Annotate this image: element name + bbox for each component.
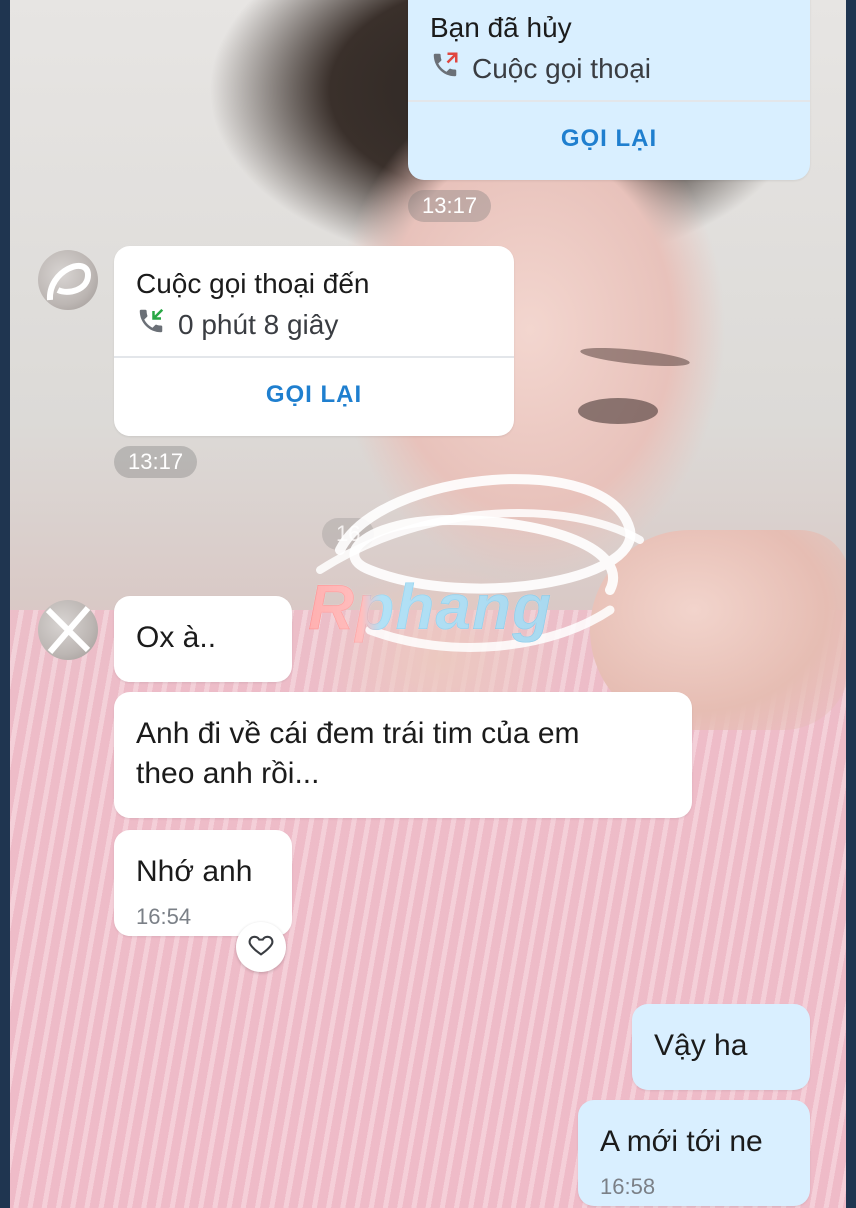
chat-screen: Bạn đã hủy Cuộc gọi thoại GỌI LẠI 13:17 … [10, 0, 846, 1208]
incoming-call-divider [114, 356, 514, 358]
received-message-bubble[interactable]: Anh đi về cái đem trái tim của em theo a… [114, 692, 692, 818]
heart-icon [247, 931, 275, 964]
message-text: Anh đi về cái đem trái tim của em theo a… [136, 717, 580, 790]
phone-outgoing-icon [430, 50, 460, 87]
message-text: Nhớ anh [136, 855, 253, 888]
message-text: A mới tới ne [600, 1125, 763, 1158]
incoming-call-duration-text: 0 phút 8 giây [178, 308, 339, 340]
incoming-call-card: Cuộc gọi thoại đến 0 phút 8 giây GỌI LẠI [114, 246, 514, 436]
avatar-scribble-icon [45, 606, 91, 654]
incoming-call-title: Cuộc gọi thoại đến [136, 268, 370, 299]
react-button[interactable] [236, 922, 286, 972]
watermark-logo: Rphang [308, 571, 553, 643]
message-text: Vậy ha [654, 1029, 748, 1062]
message-text: Ox à.. [136, 621, 217, 654]
missed-call-title: Bạn đã hủy [430, 12, 572, 43]
message-time: 16:54 [136, 904, 192, 929]
missed-call-card: Bạn đã hủy Cuộc gọi thoại GỌI LẠI [408, 0, 810, 180]
message-time: 16:58 [600, 1174, 656, 1199]
sent-message-bubble[interactable]: A mới tới ne 16:58 [578, 1100, 810, 1206]
avatar-scribble-icon [47, 262, 92, 301]
missed-call-subtitle: Cuộc gọi thoại [430, 50, 651, 87]
phone-incoming-icon [136, 306, 166, 343]
contact-avatar[interactable] [38, 250, 98, 310]
missed-call-time: 13:17 [408, 190, 492, 222]
received-message-bubble[interactable]: Nhớ anh 16:54 [114, 830, 292, 936]
missed-call-subtitle-text: Cuộc gọi thoại [472, 52, 652, 84]
contact-avatar[interactable] [38, 600, 98, 660]
received-message-bubble[interactable]: Ox à.. [114, 596, 292, 682]
sent-message-bubble[interactable]: Vậy ha [632, 1004, 810, 1090]
background-photo-eye [578, 398, 658, 424]
missed-call-divider [408, 100, 810, 102]
missed-call-recall-button[interactable]: GỌI LẠI [408, 125, 810, 153]
incoming-call-duration: 0 phút 8 giây [136, 306, 338, 343]
incoming-call-recall-button[interactable]: GỌI LẠI [114, 381, 514, 409]
background-photo-brow [579, 344, 691, 370]
incoming-call-time: 13:17 [114, 446, 198, 478]
